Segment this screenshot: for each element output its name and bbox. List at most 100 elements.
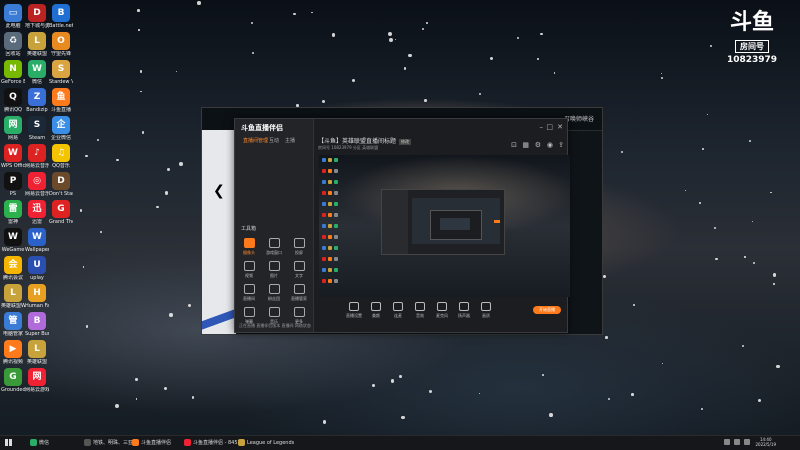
- toolbox-item[interactable]: 游戏窗口: [263, 238, 285, 256]
- toolbox-item[interactable]: 直播管家: [288, 284, 310, 302]
- desktop-icon-label: 英雄联盟: [26, 51, 47, 57]
- desktop-icon[interactable]: 鱼斗鱼直播: [49, 88, 73, 113]
- desktop-icon[interactable]: P PS: [1, 172, 25, 197]
- desktop-icon[interactable]: GGrand Theft: [49, 200, 73, 225]
- desktop-icon[interactable]: ♫ QQ音乐: [49, 144, 73, 169]
- preview-desktop-icon: [322, 268, 326, 272]
- snowflake: [516, 37, 519, 40]
- desktop-icon[interactable]: WWPS Office: [1, 144, 25, 169]
- volume-icon[interactable]: [734, 439, 740, 445]
- toolbox-item[interactable]: 文字: [288, 261, 310, 279]
- desktop-icon[interactable]: 网网易: [1, 116, 25, 141]
- streaming-app-window[interactable]: 斗鱼直播伴侣 直播间管理 互动 主播 工具箱 摄像头 游戏窗口 投屏 视频 图片 文字 直播…: [234, 118, 570, 333]
- desktop-icon[interactable]: W 微信: [25, 60, 49, 85]
- desktop-icon[interactable]: 企企业微信: [49, 116, 73, 141]
- toolbox-item[interactable]: 图片: [263, 261, 285, 279]
- bottom-tool-button[interactable]: 美颜: [366, 302, 386, 319]
- desktop-icon[interactable]: Uuplay: [25, 256, 49, 281]
- bottom-tool-button[interactable]: 扬声器: [454, 302, 474, 319]
- taskbar-clock[interactable]: 14:40 2022/5/19: [755, 437, 776, 447]
- preview-desktop-icon: [328, 268, 332, 272]
- taskbar-app[interactable]: League of Legends: [238, 438, 294, 448]
- camera-icon[interactable]: ⊡: [511, 141, 517, 149]
- tab-room-manage[interactable]: 直播间管理: [243, 137, 268, 144]
- bottom-tool-button[interactable]: 连麦: [388, 302, 408, 319]
- minimize-icon[interactable]: –: [540, 123, 544, 131]
- desktop-icon[interactable]: DDon't Starve Together: [49, 172, 73, 197]
- app-icon: L: [4, 284, 22, 302]
- taskbar-app[interactable]: 斗鱼直播伴侣 - 8453...: [184, 438, 245, 448]
- desktop-icon[interactable]: 网网易云游戏: [25, 368, 49, 393]
- tool-icon: [293, 238, 305, 248]
- edit-badge[interactable]: 修改: [399, 139, 412, 145]
- desktop-icon[interactable]: ♻ 回收站: [1, 32, 25, 57]
- desktop-icon[interactable]: B Battle.net: [49, 4, 73, 29]
- toolbox-item[interactable]: 粉丝团: [263, 284, 285, 302]
- tool-icon: [243, 238, 255, 248]
- toolbox-item[interactable]: 摄像头: [238, 238, 260, 256]
- desktop-icon[interactable]: O 守望先锋: [49, 32, 73, 57]
- record-icon[interactable]: ◉: [547, 141, 553, 149]
- snowflake: [134, 377, 138, 381]
- preview-desktop-icon: [334, 279, 338, 283]
- snowflake: [424, 98, 428, 102]
- settings-icon[interactable]: ⚙: [535, 141, 541, 149]
- desktop-icon[interactable]: 会腾讯会议: [1, 256, 25, 281]
- desktop-icon[interactable]: W WeGame: [1, 228, 25, 253]
- snowflake: [661, 72, 663, 74]
- input-method-icon[interactable]: [744, 439, 750, 445]
- desktop-icon[interactable]: ◎ 网易云音乐: [25, 172, 49, 197]
- toolbox-item[interactable]: 投屏: [288, 238, 310, 256]
- snowflake: [661, 76, 664, 79]
- desktop-icon[interactable]: L 英雄联盟: [25, 340, 49, 365]
- toolbox-item[interactable]: 视频: [238, 261, 260, 279]
- maximize-icon[interactable]: □: [546, 123, 553, 131]
- chevron-left-icon[interactable]: ❮: [213, 183, 225, 199]
- desktop-icon[interactable]: NGeForce Experience: [1, 60, 25, 85]
- desktop-icon[interactable]: Z Bandizip: [25, 88, 49, 113]
- share-icon[interactable]: ⇪: [558, 141, 564, 149]
- preview-desktop-icon: [328, 246, 332, 250]
- desktop-icon[interactable]: Q 腾讯QQ: [1, 88, 25, 113]
- desktop-icon[interactable]: HHuman Fall Flat: [25, 284, 49, 309]
- snowflake: [179, 162, 183, 167]
- close-icon[interactable]: ✕: [557, 123, 563, 131]
- desktop-icon[interactable]: ▶ 腾讯视频: [1, 340, 25, 365]
- desktop-icon[interactable]: 雷雷神: [1, 200, 25, 225]
- layout-icon[interactable]: ▦: [522, 141, 529, 149]
- toolbox-item[interactable]: 直播间: [238, 284, 260, 302]
- tab-anchor[interactable]: 主播: [285, 137, 295, 144]
- tab-interact[interactable]: 互动: [269, 137, 279, 144]
- taskbar-app[interactable]: 微信: [30, 438, 49, 448]
- bottom-tool-button[interactable]: 直播设置: [344, 302, 364, 319]
- start-stream-button[interactable]: 开始直播: [533, 306, 561, 314]
- desktop-icon[interactable]: L 英雄联盟: [25, 32, 49, 57]
- desktop-icon[interactable]: 管电脑管家: [1, 312, 25, 337]
- desktop-icon[interactable]: L英雄联盟WeGame版: [1, 284, 25, 309]
- desktop-icon[interactable]: D地下城与勇士: [25, 4, 49, 29]
- stream-title[interactable]: 【斗鱼】英雄联盟直播间标题 修改: [318, 136, 412, 145]
- bottom-tool-label: 画质: [482, 313, 490, 318]
- desktop-icon[interactable]: G Grounded: [1, 368, 25, 393]
- bottom-tool-button[interactable]: 画质: [476, 302, 496, 319]
- taskbar-app[interactable]: 斗鱼直播伴侣: [132, 438, 171, 448]
- bottom-tool-button[interactable]: 麦克风: [432, 302, 452, 319]
- desktop-icon[interactable]: ▭ 此电脑: [1, 4, 25, 29]
- desktop-icon[interactable]: SStardew Valley: [49, 60, 73, 85]
- desktop-icon[interactable]: ♪ 网易云音乐: [25, 144, 49, 169]
- snowflake: [403, 67, 407, 70]
- desktop-icon[interactable]: BSuper Bunny Man: [25, 312, 49, 337]
- desktop-icon[interactable]: WWallpaper Engine: [25, 228, 49, 253]
- game-client-mode: 召唤师峡谷: [563, 116, 594, 123]
- app-icon: W: [4, 144, 22, 162]
- windows-start-icon[interactable]: [5, 439, 12, 446]
- bottom-tool-button[interactable]: 音效: [410, 302, 430, 319]
- desktop-icon[interactable]: S Steam: [25, 116, 49, 141]
- network-icon[interactable]: [724, 439, 730, 445]
- taskbar-app-icon: [30, 439, 37, 446]
- stream-preview[interactable]: [319, 155, 570, 297]
- taskbar-app[interactable]: 地铁、明珠、三亚...: [84, 438, 138, 448]
- preview-desktop-icon: [328, 202, 332, 206]
- desktop-icon[interactable]: 迅迅雷: [25, 200, 49, 225]
- desktop-icon-label: Battle.net: [49, 23, 73, 29]
